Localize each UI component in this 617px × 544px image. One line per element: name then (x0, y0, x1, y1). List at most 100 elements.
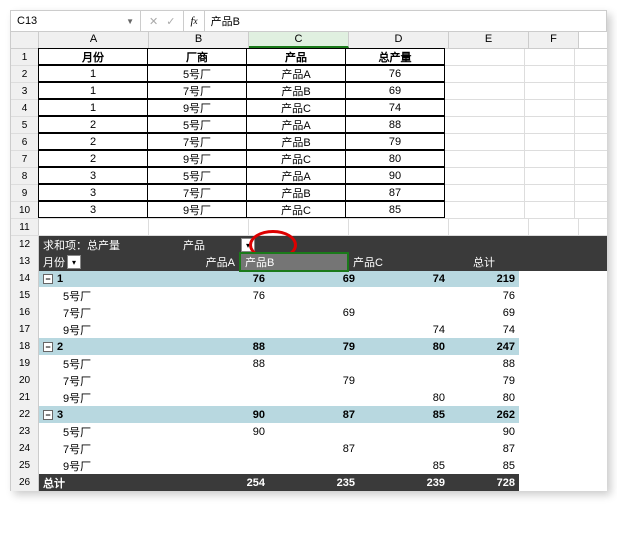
pivot-value[interactable]: 79 (449, 372, 519, 389)
pivot-value[interactable] (179, 304, 269, 321)
pivot-value[interactable]: 76 (449, 287, 519, 304)
pivot-value[interactable]: 79 (269, 338, 359, 355)
pivot-value[interactable]: 79 (269, 372, 359, 389)
pivot-value[interactable]: 69 (269, 304, 359, 321)
cell[interactable]: 88 (345, 116, 445, 133)
cell[interactable]: 1 (38, 82, 148, 99)
row-header[interactable]: 8 (11, 168, 39, 184)
pivot-row-label[interactable]: 7号厂 (39, 440, 179, 457)
row-header[interactable]: 23 (11, 423, 39, 440)
pivot-value[interactable]: 76 (179, 287, 269, 304)
accept-icon[interactable]: ✓ (166, 15, 175, 28)
cell[interactable]: 2 (38, 133, 148, 150)
pivot-value[interactable] (359, 287, 449, 304)
pivot-row-label[interactable]: 7号厂 (39, 372, 179, 389)
pivot-group-label[interactable]: −3 (39, 406, 179, 423)
select-all-corner[interactable] (11, 32, 39, 48)
pivot-value[interactable]: 88 (179, 338, 269, 355)
pivot-value[interactable] (359, 355, 449, 372)
row-header[interactable]: 25 (11, 457, 39, 474)
cell[interactable]: 产品A (246, 65, 346, 82)
worksheet-grid[interactable]: 1 月份 厂商 产品 总产量 2 1 5号厂 产品A 76 3 1 7号厂 产品… (10, 49, 607, 491)
pivot-value[interactable]: 87 (449, 440, 519, 457)
cell[interactable]: 3 (38, 184, 148, 201)
cell[interactable]: 9号厂 (147, 201, 247, 218)
pivot-grand-label[interactable]: 总计 (39, 474, 179, 491)
cell[interactable]: 产品 (246, 48, 346, 65)
pivot-value[interactable] (269, 389, 359, 406)
cell[interactable]: 5号厂 (147, 116, 247, 133)
chevron-down-icon[interactable]: ▼ (126, 17, 134, 26)
cell[interactable]: 5号厂 (147, 65, 247, 82)
col-header-f[interactable]: F (529, 32, 579, 48)
row-header[interactable]: 1 (11, 49, 39, 65)
cancel-icon[interactable]: ✕ (149, 15, 158, 28)
cell[interactable]: 87 (345, 184, 445, 201)
fx-icon[interactable]: fx (184, 11, 204, 31)
row-header[interactable]: 2 (11, 66, 39, 82)
cell[interactable]: 76 (345, 65, 445, 82)
cell[interactable]: 90 (345, 167, 445, 184)
name-box[interactable]: C13 ▼ (11, 11, 141, 31)
cell[interactable]: 9号厂 (147, 150, 247, 167)
pivot-value[interactable] (179, 440, 269, 457)
pivot-value[interactable] (179, 372, 269, 389)
pivot-group-label[interactable]: −2 (39, 338, 179, 355)
cell[interactable]: 7号厂 (147, 133, 247, 150)
row-header[interactable]: 11 (11, 219, 39, 235)
row-header[interactable]: 6 (11, 134, 39, 150)
pivot-value[interactable]: 74 (359, 321, 449, 338)
pivot-value[interactable]: 69 (449, 304, 519, 321)
pivot-value[interactable] (269, 423, 359, 440)
cell[interactable]: 1 (38, 99, 148, 116)
row-header[interactable]: 9 (11, 185, 39, 201)
pivot-col-label[interactable]: 产品A (149, 254, 239, 270)
row-header[interactable]: 18 (11, 338, 39, 355)
col-header-d[interactable]: D (349, 32, 449, 48)
pivot-col-label[interactable]: 总计 (429, 254, 499, 270)
cell[interactable]: 总产量 (345, 48, 445, 65)
row-header[interactable]: 4 (11, 100, 39, 116)
pivot-value[interactable]: 87 (269, 440, 359, 457)
pivot-value[interactable]: 85 (359, 457, 449, 474)
pivot-row-label[interactable]: 5号厂 (39, 423, 179, 440)
pivot-value[interactable] (359, 440, 449, 457)
row-header[interactable]: 15 (11, 287, 39, 304)
pivot-value[interactable]: 90 (179, 406, 269, 423)
cell[interactable]: 7号厂 (147, 184, 247, 201)
pivot-value[interactable]: 90 (179, 423, 269, 440)
cell[interactable]: 产品A (246, 167, 346, 184)
row-header[interactable]: 17 (11, 321, 39, 338)
pivot-value[interactable]: 254 (179, 474, 269, 491)
pivot-col-dropdown[interactable]: ▾ (241, 238, 255, 252)
cell[interactable]: 2 (38, 150, 148, 167)
collapse-icon[interactable]: − (43, 342, 53, 352)
pivot-value[interactable]: 69 (269, 270, 359, 287)
pivot-row-dropdown[interactable]: ▾ (67, 255, 81, 269)
row-header[interactable]: 16 (11, 304, 39, 321)
pivot-value[interactable]: 88 (179, 355, 269, 372)
row-header[interactable]: 7 (11, 151, 39, 167)
cell[interactable]: 产品C (246, 150, 346, 167)
row-header[interactable]: 24 (11, 440, 39, 457)
row-header[interactable]: 22 (11, 406, 39, 423)
col-header-a[interactable]: A (39, 32, 149, 48)
cell[interactable]: 厂商 (147, 48, 247, 65)
cell[interactable]: 5号厂 (147, 167, 247, 184)
cell[interactable]: 3 (38, 167, 148, 184)
pivot-row-label[interactable]: 7号厂 (39, 304, 179, 321)
pivot-value[interactable]: 85 (449, 457, 519, 474)
cell[interactable]: 80 (345, 150, 445, 167)
col-header-c[interactable]: C (249, 32, 349, 48)
pivot-value[interactable]: 219 (449, 270, 519, 287)
cell[interactable]: 74 (345, 99, 445, 116)
row-header[interactable]: 19 (11, 355, 39, 372)
cell[interactable]: 产品B (246, 184, 346, 201)
pivot-row-label[interactable]: 5号厂 (39, 287, 179, 304)
col-header-e[interactable]: E (449, 32, 529, 48)
pivot-value[interactable]: 90 (449, 423, 519, 440)
pivot-value[interactable]: 76 (179, 270, 269, 287)
pivot-value[interactable] (179, 321, 269, 338)
pivot-row-label[interactable]: 5号厂 (39, 355, 179, 372)
pivot-col-label-selected[interactable]: 产品B (239, 252, 349, 272)
